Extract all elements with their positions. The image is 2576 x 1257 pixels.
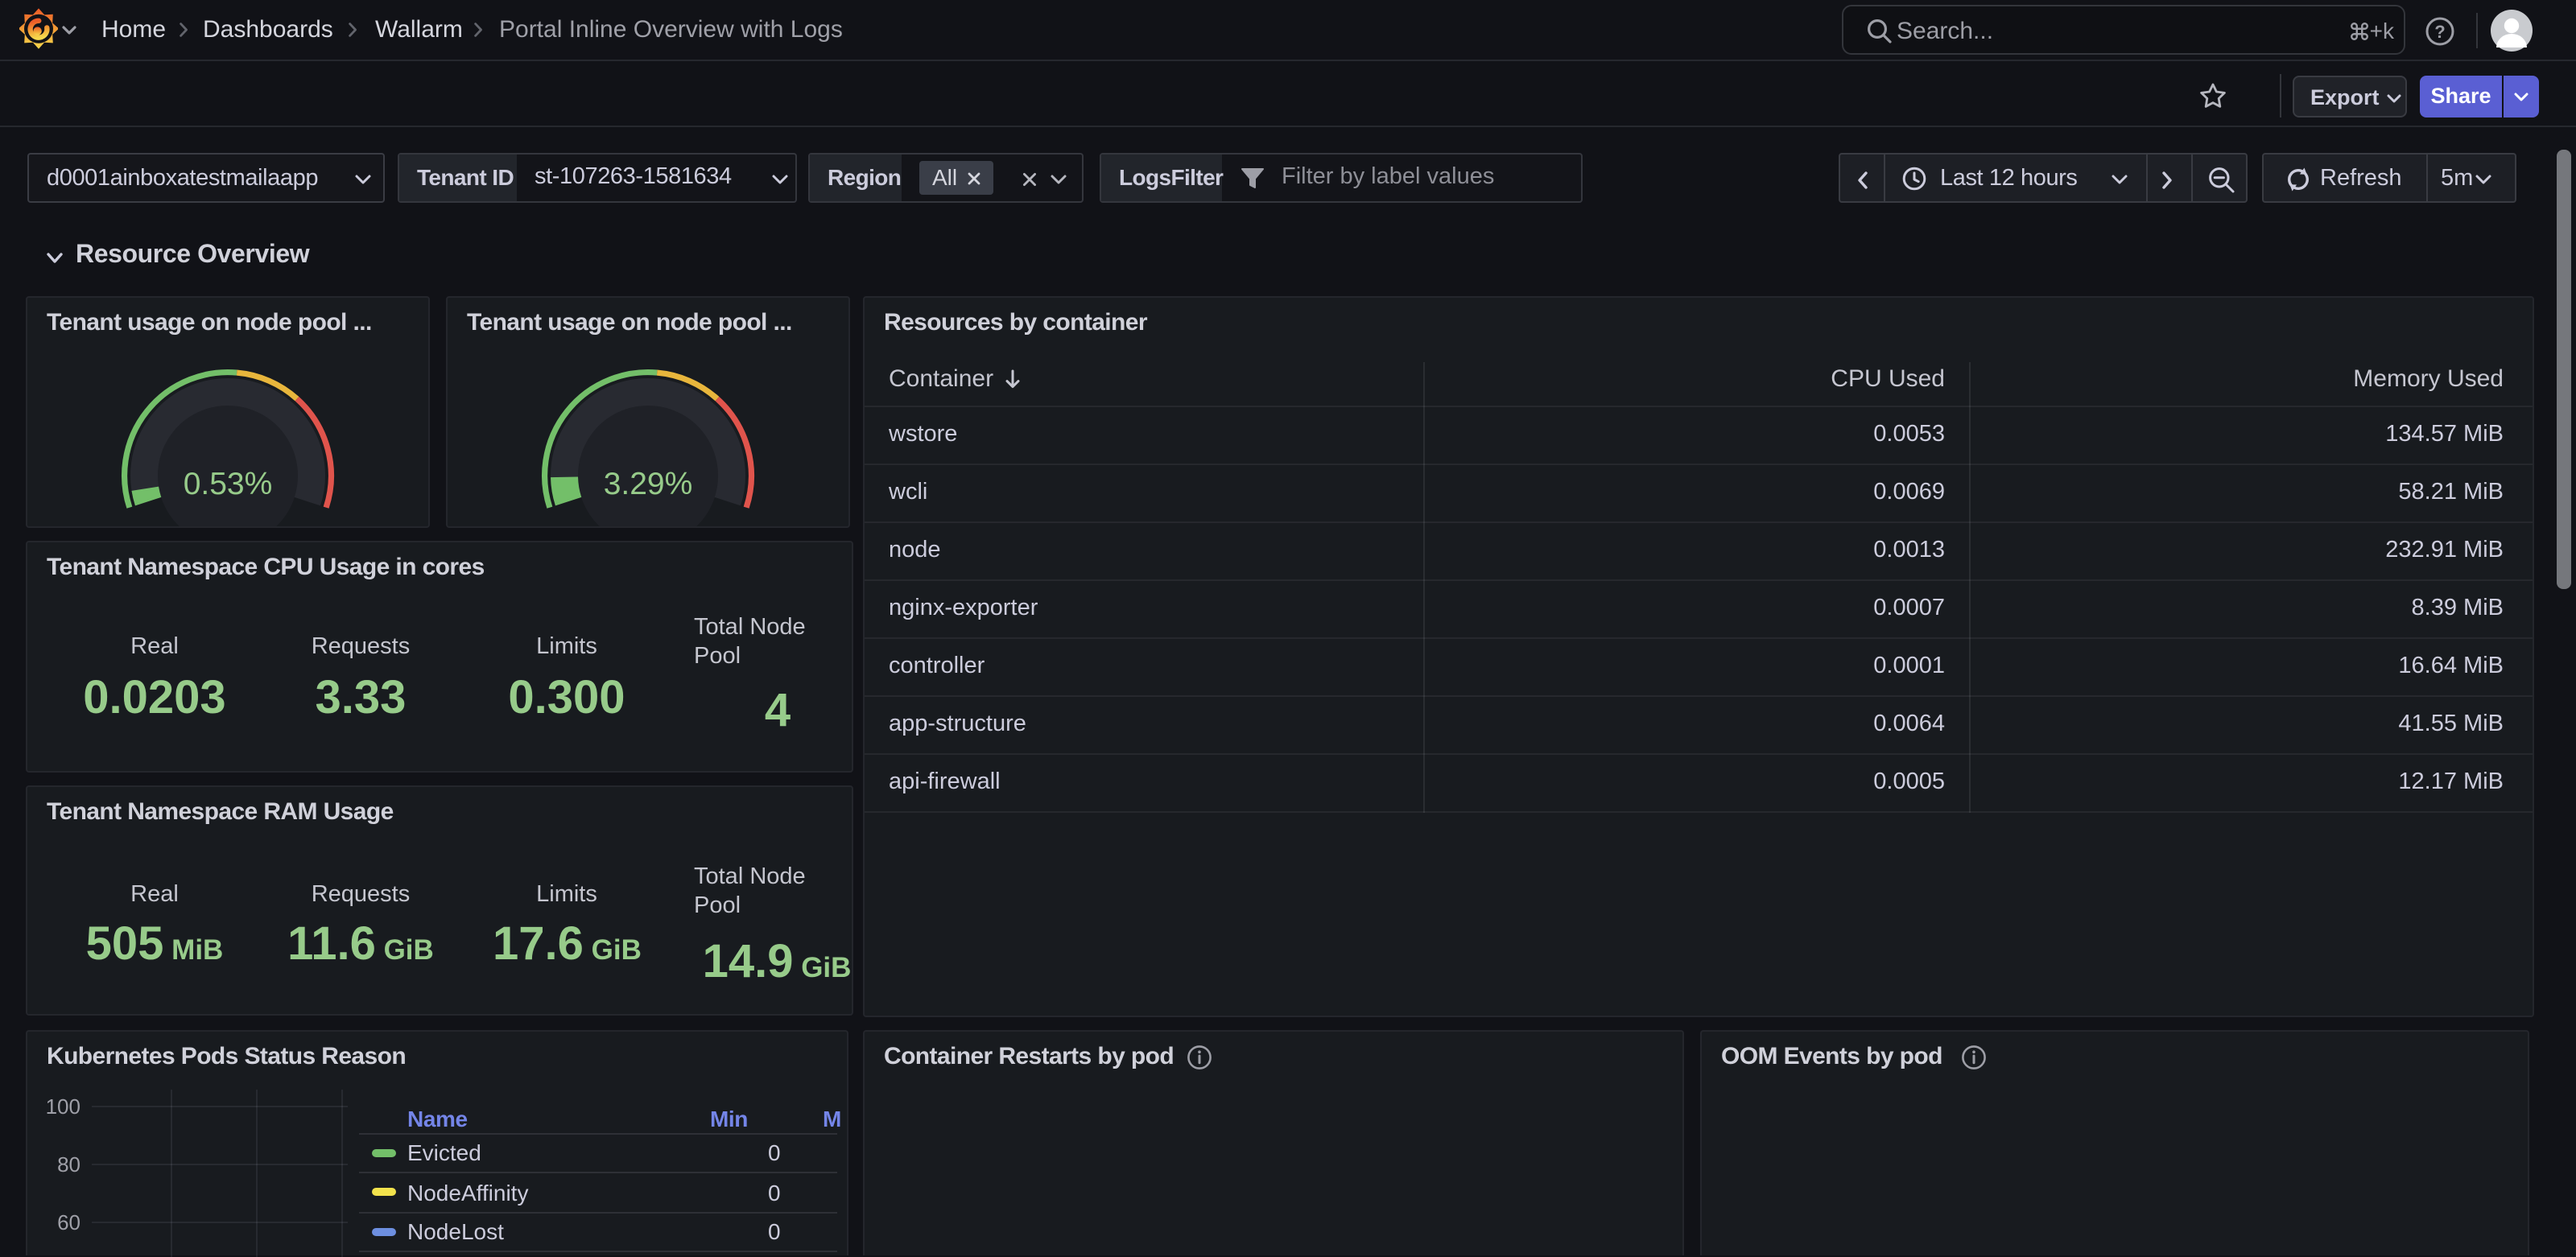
svg-text:0.53%: 0.53% <box>184 467 273 501</box>
svg-text:3.29%: 3.29% <box>604 467 693 501</box>
svg-text:?: ? <box>2434 22 2445 42</box>
